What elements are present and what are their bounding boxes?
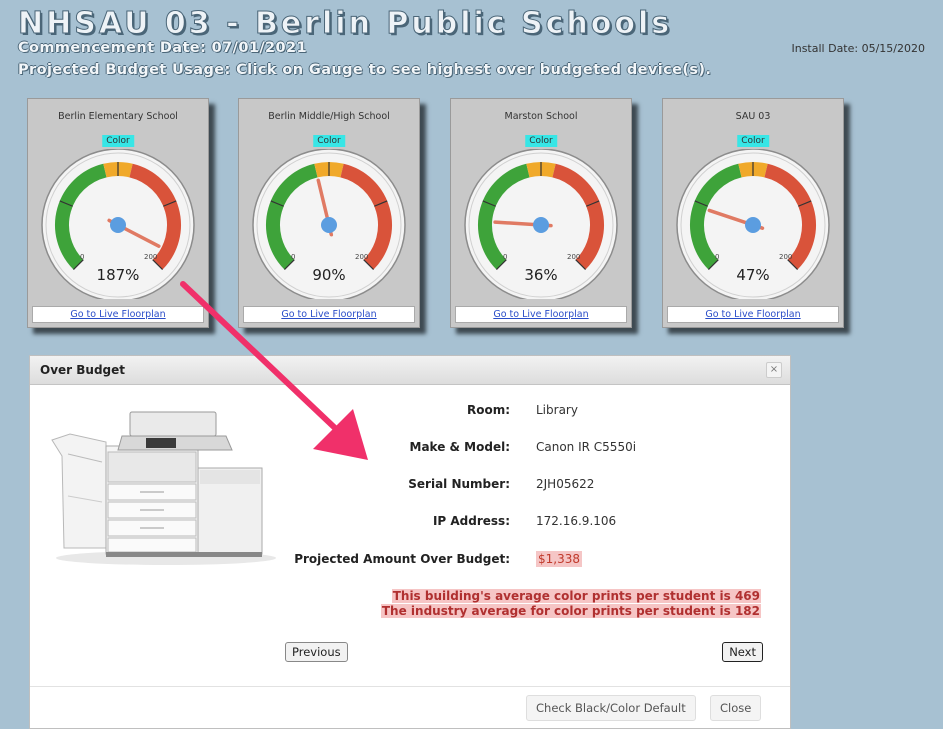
color-badge: Color (313, 135, 345, 147)
budget-gauge[interactable]: 0 200 36% (461, 149, 621, 299)
over-budget-dialog: Over Budget × Room: Library Make & Model… (29, 355, 791, 729)
live-floorplan-link[interactable]: Go to Live Floorplan (32, 306, 204, 323)
gauge-max-label: 200 (144, 253, 157, 261)
budget-gauge[interactable]: 0 200 47% (673, 149, 833, 299)
commencement-date: Commencement Date: 07/01/2021 (18, 40, 307, 56)
school-name: Berlin Middle/High School (268, 111, 390, 122)
gauge-min-label: 0 (80, 253, 84, 261)
gauge-max-label: 200 (779, 253, 792, 261)
gauge-percent: 90% (312, 266, 345, 284)
live-floorplan-link[interactable]: Go to Live Floorplan (243, 306, 415, 323)
dialog-titlebar: Over Budget × (30, 356, 790, 385)
gauge-max-label: 200 (567, 253, 580, 261)
ip-address-value: 172.16.9.106 (536, 514, 617, 528)
gauge-card-berlin-elementary[interactable]: Berlin Elementary School Color 0 200 187% … (27, 98, 209, 328)
previous-button[interactable]: Previous (285, 642, 348, 662)
room-value: Library (536, 403, 578, 417)
color-badge: Color (525, 135, 557, 147)
school-name: SAU 03 (735, 111, 771, 122)
gauge-hub (745, 217, 761, 233)
gauge-min-label: 0 (503, 253, 507, 261)
make-model-label: Make & Model: (409, 440, 510, 454)
live-floorplan-link[interactable]: Go to Live Floorplan (455, 306, 627, 323)
gauge-min-label: 0 (715, 253, 719, 261)
live-floorplan-link[interactable]: Go to Live Floorplan (667, 306, 839, 323)
dialog-title: Over Budget (40, 363, 126, 377)
serial-number-value: 2JH05622 (536, 477, 595, 491)
close-button[interactable]: Close (710, 695, 762, 721)
gauge-percent: 47% (736, 266, 769, 284)
gauge-max-label: 200 (355, 253, 368, 261)
gauge-percent: 187% (97, 266, 140, 284)
over-budget-amount-label: Projected Amount Over Budget: (294, 552, 510, 566)
gauge-card-marston[interactable]: Marston School Color 0 200 36% Go to Live … (450, 98, 632, 328)
next-button[interactable]: Next (722, 642, 763, 662)
over-budget-amount-value: $1,338 (536, 551, 582, 567)
school-name: Marston School (504, 111, 578, 122)
budget-gauge[interactable]: 0 200 187% (38, 149, 198, 299)
school-name: Berlin Elementary School (58, 111, 178, 122)
serial-number-label: Serial Number: (408, 477, 510, 491)
building-average-note: This building's average color prints per… (391, 589, 761, 603)
gauge-hub (533, 217, 549, 233)
gauge-percent: 36% (524, 266, 557, 284)
page-title: NHSAU 03 - Berlin Public Schools (17, 6, 673, 42)
gauge-card-berlin-middle-high[interactable]: Berlin Middle/High School Color 0 200 90% … (238, 98, 420, 328)
budget-usage-instruction: Projected Budget Usage: Click on Gauge t… (18, 62, 712, 78)
color-badge: Color (102, 135, 134, 147)
room-label: Room: (466, 403, 510, 417)
install-date: Install Date: 05/15/2020 (791, 42, 925, 55)
make-model-value: Canon IR C5550i (536, 440, 637, 454)
ip-address-label: IP Address: (432, 514, 510, 528)
color-badge: Color (737, 135, 769, 147)
budget-gauge[interactable]: 0 200 90% (249, 149, 409, 299)
close-icon[interactable]: × (766, 362, 782, 378)
gauge-hub (321, 217, 337, 233)
gauge-min-label: 0 (291, 253, 295, 261)
dialog-divider (30, 686, 790, 687)
industry-average-note: The industry average for color prints pe… (380, 604, 761, 618)
check-default-button[interactable]: Check Black/Color Default (526, 695, 696, 721)
gauge-hub (110, 217, 126, 233)
printer-image (51, 411, 276, 565)
gauge-card-sau-03[interactable]: SAU 03 Color 0 200 47% Go to Live Floorpla… (662, 98, 844, 328)
